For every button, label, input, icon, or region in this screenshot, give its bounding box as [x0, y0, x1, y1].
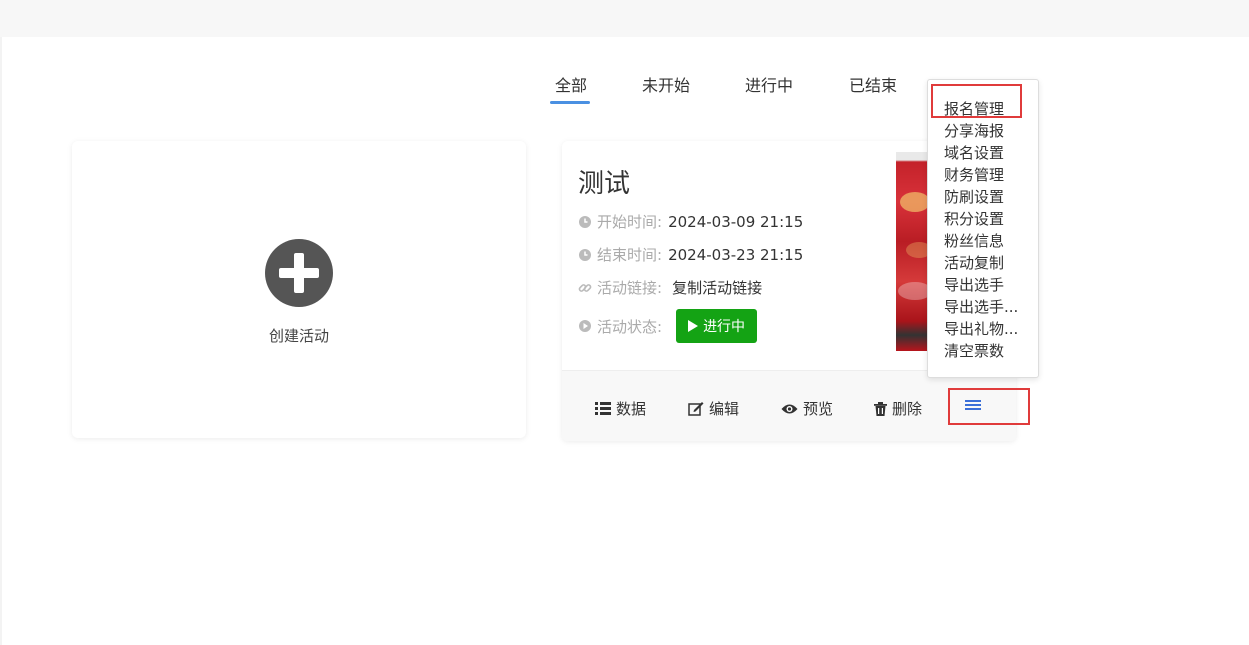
menu-item-domain-settings[interactable]: 域名设置	[944, 142, 1034, 163]
activity-link-label: 活动链接:	[597, 279, 663, 297]
eye-icon	[781, 404, 798, 413]
menu-item-finance-management[interactable]: 财务管理	[944, 164, 1034, 185]
status-badge[interactable]: 进行中	[676, 309, 758, 343]
menu-item-share-poster[interactable]: 分享海报	[944, 120, 1034, 141]
end-time-value: 2024-03-23 21:15	[668, 245, 804, 264]
clock-icon	[579, 248, 591, 261]
data-button[interactable]: 数据	[595, 398, 646, 419]
more-menu-highlight	[948, 388, 1030, 425]
activity-title: 测试	[578, 169, 631, 199]
end-time-row: 结束时间: 2024-03-23 21:15	[578, 244, 803, 265]
create-activity-card[interactable]: 创建活动	[72, 141, 526, 438]
menu-item-points-settings[interactable]: 积分设置	[944, 208, 1034, 229]
create-activity-label: 创建活动	[268, 327, 329, 345]
end-time-label: 结束时间:	[597, 246, 663, 264]
clock-icon	[579, 215, 591, 228]
delete-label: 删除	[892, 400, 923, 418]
activity-status-row: 活动状态: 进行中	[578, 309, 758, 343]
tab-ended[interactable]: 已结束	[849, 72, 897, 96]
trash-icon	[874, 401, 887, 416]
activity-status-label: 活动状态:	[597, 317, 663, 336]
start-time-label: 开始时间:	[597, 213, 663, 231]
menu-item-anti-fraud-settings[interactable]: 防刷设置	[944, 186, 1034, 207]
edit-button[interactable]: 编辑	[688, 398, 739, 419]
menu-item-export-gifts[interactable]: 导出礼物...	[944, 318, 1034, 339]
menu-item-clear-votes[interactable]: 清空票数	[944, 340, 1034, 361]
menu-item-copy-activity[interactable]: 活动复制	[944, 252, 1034, 273]
hamburger-menu-icon[interactable]	[965, 400, 981, 412]
tab-all[interactable]: 全部	[555, 72, 587, 96]
link-icon	[578, 283, 592, 292]
start-time-row: 开始时间: 2024-03-09 21:15	[578, 211, 803, 232]
menu-item-fan-info[interactable]: 粉丝信息	[944, 230, 1034, 251]
copy-link-button[interactable]: 复制活动链接	[672, 277, 762, 298]
data-label: 数据	[616, 400, 647, 418]
preview-button[interactable]: 预览	[781, 398, 833, 419]
tab-in-progress[interactable]: 进行中	[745, 72, 793, 96]
left-edge	[0, 37, 2, 645]
signup-management-highlight	[931, 84, 1022, 118]
menu-item-export-contestants-more[interactable]: 导出选手...	[944, 296, 1034, 317]
activity-link-row: 活动链接: 复制活动链接	[578, 277, 762, 298]
play-icon	[688, 320, 699, 332]
preview-label: 预览	[803, 400, 834, 418]
tab-active-underline	[550, 101, 590, 104]
status-text: 进行中	[703, 319, 746, 335]
delete-button[interactable]: 删除	[874, 398, 922, 419]
more-dropdown-menu: 报名管理 分享海报 域名设置 财务管理 防刷设置 积分设置 粉丝信息 活动复制 …	[927, 79, 1039, 378]
edit-label: 编辑	[709, 400, 740, 418]
edit-icon	[688, 402, 704, 416]
tab-not-started[interactable]: 未开始	[642, 72, 690, 96]
plus-circle-icon[interactable]	[265, 239, 333, 307]
list-icon	[595, 402, 611, 415]
start-time-value: 2024-03-09 21:15	[668, 212, 804, 231]
top-bar	[0, 0, 1249, 37]
play-circle-icon	[579, 320, 591, 332]
menu-item-export-contestants[interactable]: 导出选手	[944, 274, 1034, 295]
